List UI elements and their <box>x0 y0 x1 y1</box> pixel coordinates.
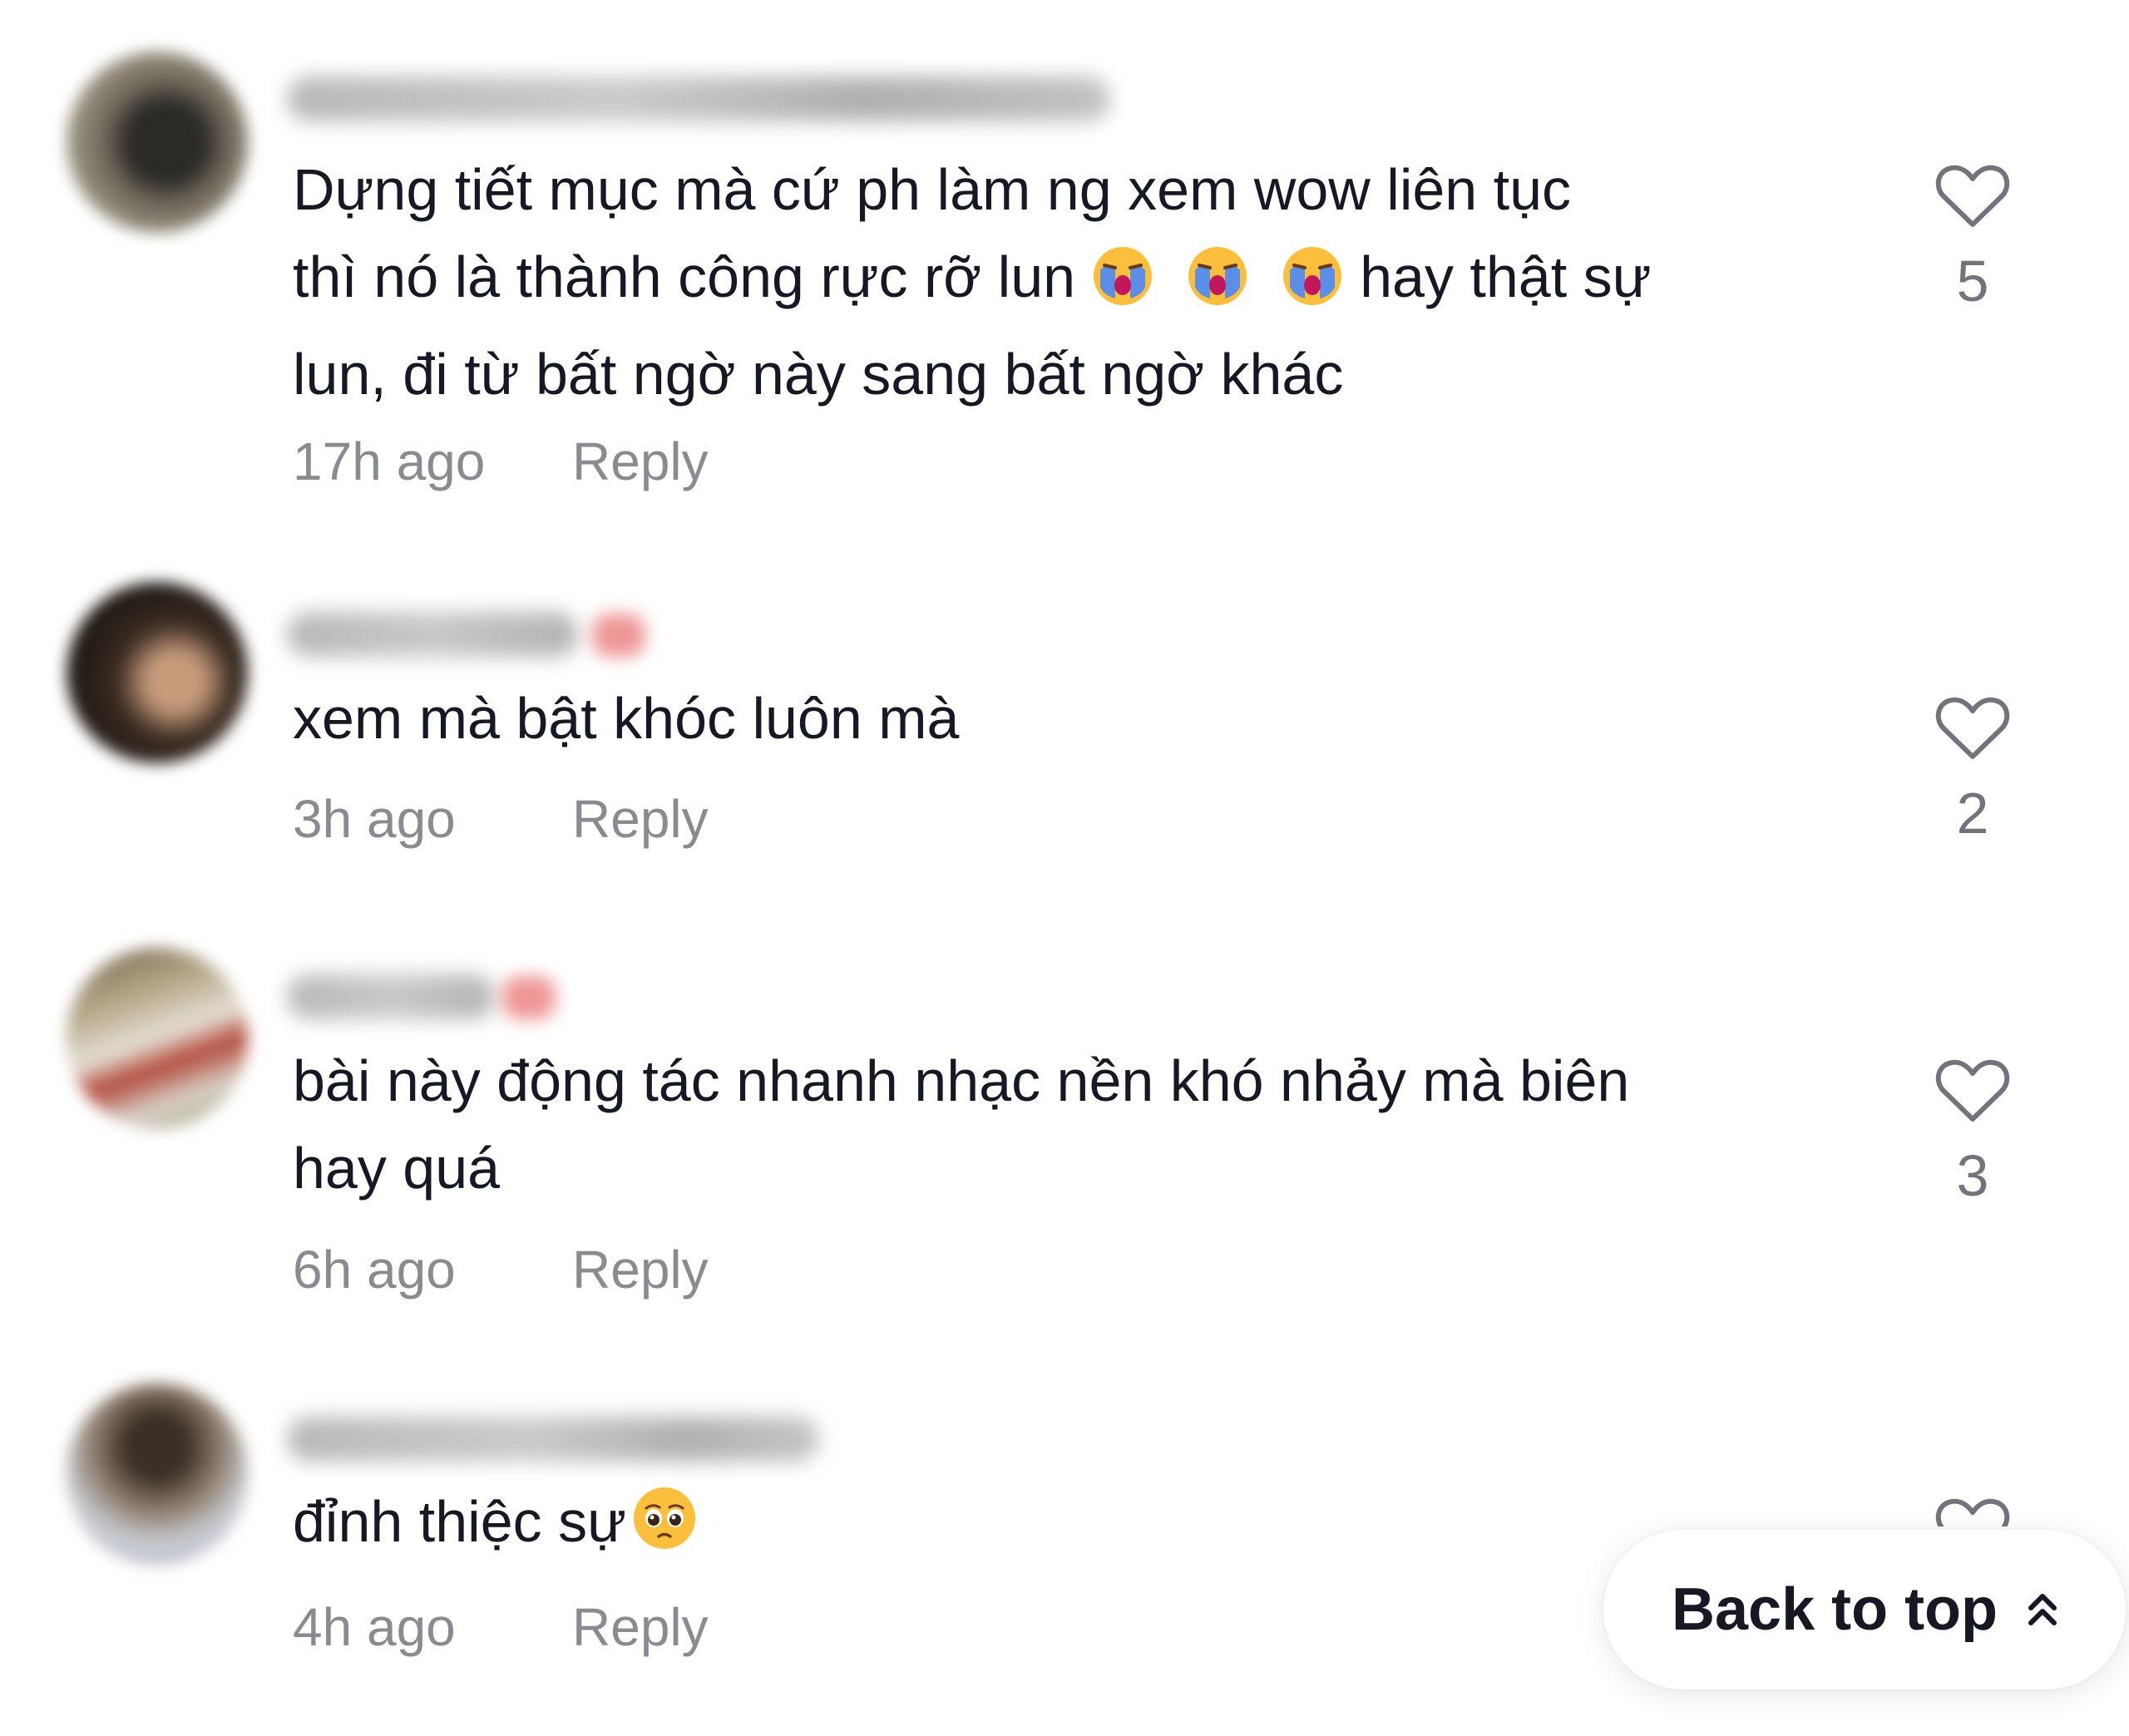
like-button[interactable] <box>1929 1497 2016 1526</box>
heart-outline-icon <box>1935 697 2010 759</box>
like-button[interactable]: 2 <box>1929 695 2016 846</box>
back-to-top-button[interactable]: Back to top <box>1603 1530 2126 1689</box>
avatar[interactable] <box>67 948 248 1129</box>
reply-button[interactable]: Reply <box>572 1596 709 1658</box>
like-count: 3 <box>1956 1143 1989 1208</box>
like-count: 2 <box>1956 781 1989 846</box>
pleading-face-icon <box>631 1485 698 1576</box>
comment-timestamp: 6h ago <box>293 1240 456 1300</box>
loudly-crying-face-icon <box>1187 244 1248 331</box>
loudly-crying-face-icon <box>1092 244 1153 331</box>
reply-button[interactable]: Reply <box>572 431 709 492</box>
double-chevron-up-icon <box>2028 1576 2057 1644</box>
avatar[interactable] <box>67 582 248 763</box>
comment-text: Dựng tiết mục mà cứ ph làm ng xem wow li… <box>293 146 1873 418</box>
comment-text-part: đỉnh thiệc sự <box>293 1489 626 1554</box>
like-count: 5 <box>1956 249 1989 313</box>
reply-button[interactable]: Reply <box>572 1239 709 1300</box>
comment-meta: 3h ago Reply <box>293 788 709 850</box>
comment-text: bài này động tác nhanh nhạc nền khó nhảy… <box>293 1048 1630 1201</box>
like-button[interactable]: 3 <box>1929 1058 2016 1209</box>
loudly-crying-face-icon <box>1282 244 1343 331</box>
heart-outline-icon <box>1935 1498 2010 1526</box>
comment-meta: 6h ago Reply <box>293 1239 709 1300</box>
comment-meta: 4h ago Reply <box>293 1596 709 1658</box>
username-blurred[interactable] <box>287 974 495 1019</box>
username-badge-blurred <box>502 976 556 1019</box>
username-badge-blurred <box>592 614 645 657</box>
back-to-top-label: Back to top <box>1671 1576 1998 1643</box>
heart-outline-icon <box>1935 165 2010 227</box>
reply-button[interactable]: Reply <box>572 788 709 850</box>
comment-meta: 17h ago Reply <box>293 431 709 492</box>
avatar[interactable] <box>67 52 248 233</box>
comments-panel: Dựng tiết mục mà cứ ph làm ng xem wow li… <box>0 0 2129 1736</box>
avatar[interactable] <box>67 1383 248 1565</box>
comment-timestamp: 3h ago <box>293 789 456 849</box>
comment-timestamp: 4h ago <box>293 1597 456 1657</box>
username-blurred[interactable] <box>287 1417 819 1462</box>
username-blurred[interactable] <box>287 612 578 657</box>
heart-outline-icon <box>1935 1059 2010 1122</box>
username-blurred[interactable] <box>287 76 1110 121</box>
like-button[interactable]: 5 <box>1929 163 2016 314</box>
comment-timestamp: 17h ago <box>293 432 486 491</box>
comment-text: xem mà bật khóc luôn mà <box>293 686 960 751</box>
